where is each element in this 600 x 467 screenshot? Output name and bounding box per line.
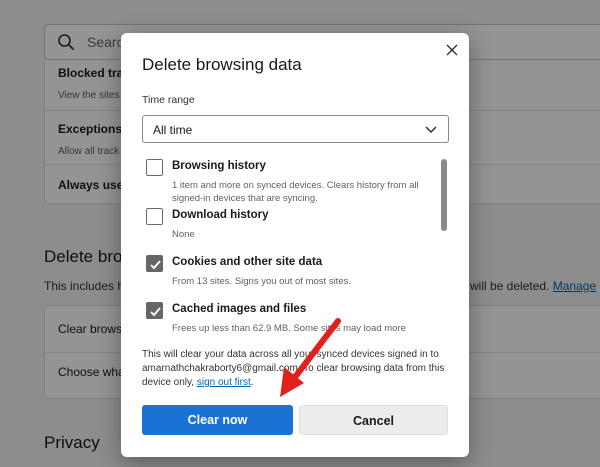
clear-now-button[interactable]: Clear now <box>142 405 293 435</box>
sync-notice-end: . <box>250 377 254 388</box>
time-range-label: Time range <box>142 94 195 106</box>
cancel-button[interactable]: Cancel <box>299 405 448 435</box>
scrollbar-thumb[interactable] <box>441 159 447 231</box>
option-label: Cookies and other site data <box>172 256 323 268</box>
data-type-options: Browsing history 1 item and more on sync… <box>142 157 442 337</box>
checkmark-icon <box>150 307 161 317</box>
option-description: None <box>172 229 195 240</box>
download-history-checkbox[interactable] <box>146 208 163 225</box>
option-description: 1 item and more on synced devices. Clear… <box>172 180 419 204</box>
option-label: Download history <box>172 209 269 221</box>
chevron-down-icon <box>425 126 437 134</box>
option-label: Browsing history <box>172 160 266 172</box>
time-range-dropdown[interactable]: All time <box>142 115 449 143</box>
cookies-checkbox[interactable] <box>146 255 163 272</box>
annotation-arrow-icon <box>280 318 341 397</box>
close-icon[interactable] <box>443 41 461 59</box>
option-label: Cached images and files <box>172 303 307 315</box>
cached-images-checkbox[interactable] <box>146 302 163 319</box>
options-scrollbar[interactable] <box>441 157 447 337</box>
sign-out-first-link[interactable]: sign out first <box>197 377 251 388</box>
option-description: From 13 sites. Signs you out of most sit… <box>172 276 351 287</box>
dialog-title: Delete browsing data <box>142 55 302 74</box>
time-range-value: All time <box>153 123 193 137</box>
browsing-history-checkbox[interactable] <box>146 159 163 176</box>
checkmark-icon <box>150 260 161 270</box>
